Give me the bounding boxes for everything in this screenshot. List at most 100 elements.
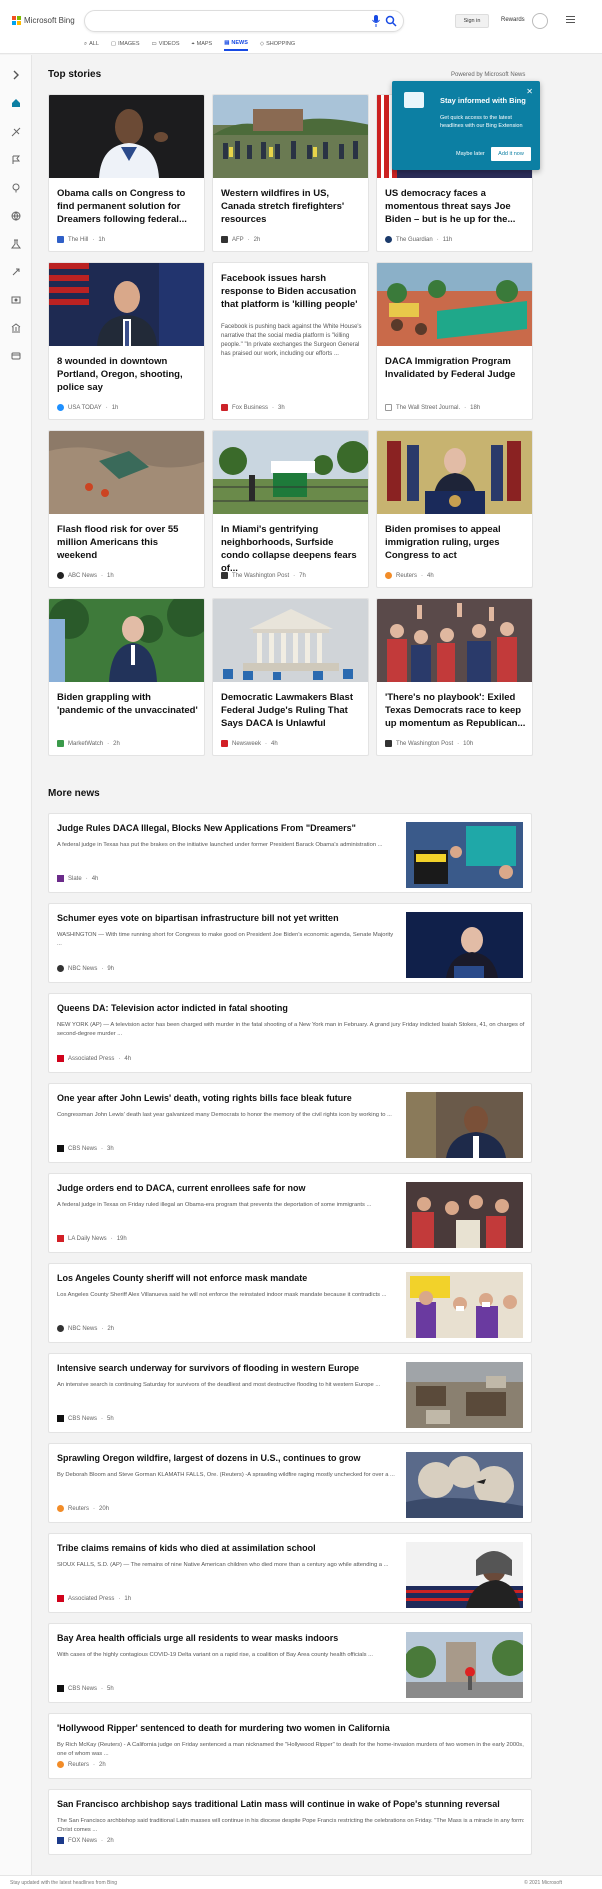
separator: · — [464, 404, 467, 411]
business-icon[interactable] — [11, 323, 21, 333]
add-it-now-button[interactable]: Add it now — [491, 147, 531, 161]
news-title: Tribe claims remains of kids who died at… — [57, 1543, 316, 1553]
story-title: 'There's no playbook': Exiled Texas Demo… — [385, 692, 526, 729]
flag-icon[interactable] — [11, 155, 21, 165]
story-source: The Wall Street Journal. · 18h — [385, 404, 480, 411]
tab-shopping[interactable]: ◇ SHOPPING — [260, 40, 295, 51]
news-list-item[interactable]: Tribe claims remains of kids who died at… — [48, 1533, 532, 1613]
location-icon[interactable] — [11, 183, 21, 193]
news-time: 19h — [116, 1235, 127, 1242]
tab-all[interactable]: ⌕ ALL — [84, 40, 99, 51]
search-input[interactable] — [84, 10, 404, 32]
source-name: Fox Business — [232, 404, 269, 411]
story-card[interactable]: Democratic Lawmakers Blast Federal Judge… — [212, 598, 369, 756]
hamburger-menu-icon[interactable] — [566, 16, 575, 24]
separator: · — [421, 572, 424, 579]
story-title: 8 wounded in downtown Portland, Oregon, … — [57, 356, 183, 393]
news-list-item[interactable]: Judge Rules DACA Illegal, Blocks New App… — [48, 813, 532, 893]
separator: · — [247, 236, 250, 243]
story-card[interactable]: Facebook issues harsh response to Biden … — [212, 262, 369, 420]
news-list-item[interactable]: Queens DA: Television actor indicted in … — [48, 993, 532, 1073]
news-list-item[interactable]: San Francisco archbishop says traditiona… — [48, 1789, 532, 1855]
source-logo-icon — [221, 740, 228, 747]
story-card[interactable]: Flash flood risk for over 55 million Ame… — [48, 430, 205, 588]
source-name: The Hill — [68, 236, 89, 243]
story-title: Biden promises to appeal immigration rul… — [385, 524, 501, 561]
story-card[interactable]: DACA Immigration Program Invalidated by … — [376, 262, 533, 420]
story-source: AFP · 2h — [221, 236, 260, 243]
news-list-item[interactable]: Intensive search underway for survivors … — [48, 1353, 532, 1433]
map-pin-icon: ⌖ — [191, 40, 195, 47]
tab-maps[interactable]: ⌖ MAPS — [192, 40, 213, 51]
search-tabs: ⌕ ALL ▢ IMAGES ▭ VIDEOS ⌖ MAPS ▤ NEWS ◇ SHOPPI… — [84, 40, 295, 51]
news-title: Intensive search underway for survivors … — [57, 1363, 360, 1373]
close-icon[interactable]: ✕ — [526, 87, 533, 96]
bing-logo[interactable]: Microsoft Bing — [12, 16, 75, 25]
money-icon[interactable] — [11, 351, 21, 361]
entertainment-icon[interactable] — [11, 295, 21, 305]
story-card[interactable]: Biden promises to appeal immigration rul… — [376, 430, 533, 588]
story-description: Facebook is pushing back against the Whi… — [221, 324, 362, 357]
world-icon[interactable] — [11, 211, 21, 221]
story-card[interactable]: 8 wounded in downtown Portland, Oregon, … — [48, 262, 205, 420]
news-source: Associated Press · 4h — [57, 1055, 131, 1062]
news-description: With cases of the highly contagious COVI… — [57, 1652, 373, 1658]
tab-label: ALL — [89, 41, 99, 47]
tech-icon[interactable] — [11, 267, 21, 277]
home-icon[interactable] — [11, 98, 21, 108]
story-card[interactable]: In Miami's gentrifying neighborhoods, Su… — [212, 430, 369, 588]
source-name: Associated Press — [68, 1595, 115, 1602]
rewards-link[interactable]: Rewards — [501, 17, 525, 23]
microphone-icon[interactable] — [371, 15, 381, 27]
sign-in-button[interactable]: Sign in — [455, 14, 489, 28]
news-title: One year after John Lewis' death, voting… — [57, 1093, 352, 1103]
discover-icon[interactable] — [11, 127, 21, 137]
science-icon[interactable] — [11, 239, 21, 249]
separator: · — [101, 1415, 104, 1422]
popup-description: Get quick access to the latest headlines… — [440, 115, 523, 129]
story-time: 4h — [427, 572, 434, 579]
separator: · — [265, 740, 268, 747]
maybe-later-button[interactable]: Maybe later — [456, 151, 485, 157]
news-thumbnail — [406, 822, 523, 888]
separator: · — [101, 1325, 104, 1332]
news-title: Bay Area health officials urge all resid… — [57, 1633, 339, 1643]
news-list-item[interactable]: Bay Area health officials urge all resid… — [48, 1623, 532, 1703]
tab-images[interactable]: ▢ IMAGES — [111, 40, 140, 51]
trophy-icon[interactable] — [532, 13, 548, 29]
source-logo-icon — [385, 236, 392, 243]
story-card[interactable]: Biden grappling with 'pandemic of the un… — [48, 598, 205, 756]
news-list-item[interactable]: 'Hollywood Ripper' sentenced to death fo… — [48, 1713, 532, 1779]
story-image — [49, 431, 204, 514]
tab-news[interactable]: ▤ NEWS — [224, 40, 248, 51]
source-logo-icon — [57, 1505, 64, 1512]
powered-by-label: Powered by Microsoft News — [451, 72, 526, 78]
news-list-item[interactable]: Los Angeles County sheriff will not enfo… — [48, 1263, 532, 1343]
story-time: 1h — [98, 236, 106, 243]
news-list-item[interactable]: Sprawling Oregon wildfire, largest of do… — [48, 1443, 532, 1523]
news-list-item[interactable]: Schumer eyes vote on bipartisan infrastr… — [48, 903, 532, 983]
story-card[interactable]: Western wildfires in US, Canada stretch … — [212, 94, 369, 252]
story-time: 2h — [113, 740, 120, 747]
news-icon: ▤ — [224, 40, 230, 46]
top-bar: Microsoft Bing Sign in Rewards ⌕ ALL ▢ IMA… — [0, 0, 602, 54]
source-name: Newsweek — [232, 740, 262, 747]
source-name: CBS News — [68, 1415, 98, 1422]
expand-icon[interactable] — [11, 70, 21, 80]
story-image — [49, 263, 204, 346]
story-title: Biden grappling with 'pandemic of the un… — [57, 692, 198, 716]
footer-copyright: © 2021 Microsoft — [524, 1880, 562, 1886]
tab-videos[interactable]: ▭ VIDEOS — [152, 40, 180, 51]
news-time: 2h — [107, 1325, 115, 1332]
story-card[interactable]: Obama calls on Congress to find permanen… — [48, 94, 205, 252]
news-list-item[interactable]: Judge orders end to DACA, current enroll… — [48, 1173, 532, 1253]
news-title: Los Angeles County sheriff will not enfo… — [57, 1273, 308, 1283]
search-icon[interactable] — [385, 15, 397, 27]
news-list-item[interactable]: One year after John Lewis' death, voting… — [48, 1083, 532, 1163]
story-card[interactable]: 'There's no playbook': Exiled Texas Demo… — [376, 598, 533, 756]
news-source: CBS News · 3h — [57, 1145, 114, 1152]
story-image — [49, 95, 204, 178]
source-logo-icon — [57, 875, 64, 882]
news-source: CBS News · 5h — [57, 1685, 114, 1692]
story-source: The Guardian · 11h — [385, 236, 452, 243]
